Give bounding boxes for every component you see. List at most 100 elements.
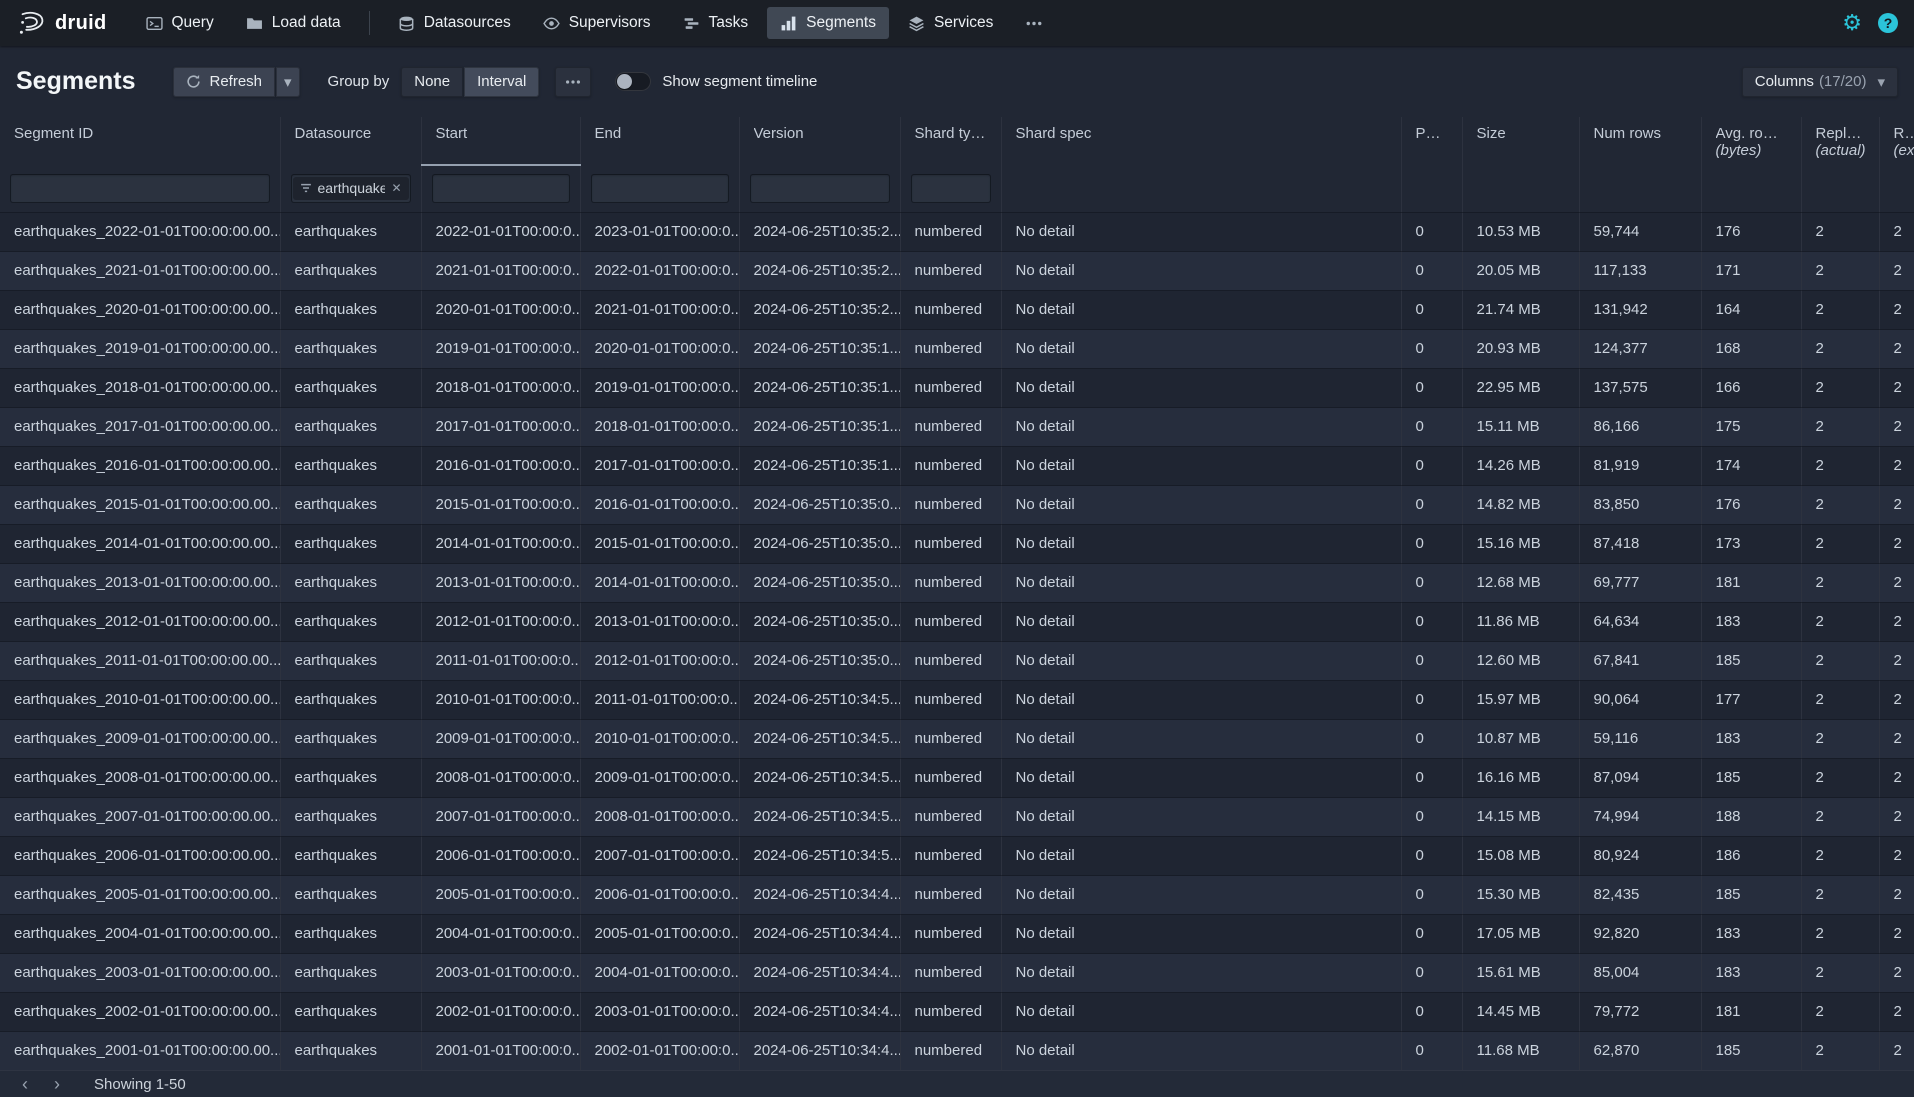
cell-avg-row-size[interactable]: 181	[1701, 992, 1801, 1031]
cell-size[interactable]: 14.26 MB	[1462, 446, 1579, 485]
cell-version[interactable]: 2024-06-25T10:35:1...	[739, 329, 900, 368]
cell-start[interactable]: 2015-01-01T00:00:0...	[421, 485, 580, 524]
cell-num-rows[interactable]: 74,994	[1579, 797, 1701, 836]
cell-avg-row-size[interactable]: 183	[1701, 914, 1801, 953]
help-icon[interactable]: ?	[1878, 13, 1898, 33]
column-header-size[interactable]: Size	[1462, 117, 1579, 165]
filter-tag[interactable]: earthquakes✕	[293, 177, 409, 200]
cell-num-rows[interactable]: 117,133	[1579, 251, 1701, 290]
cell-shard-spec[interactable]: No detail	[1001, 524, 1401, 563]
cell-shard-type[interactable]: numbered	[900, 602, 1001, 641]
cell-shard-type[interactable]: numbered	[900, 407, 1001, 446]
cell-avg-row-size[interactable]: 183	[1701, 719, 1801, 758]
cell-replication-factor[interactable]: 2	[1879, 563, 1914, 602]
cell-shard-spec[interactable]: No detail	[1001, 251, 1401, 290]
cell-partition[interactable]: 0	[1401, 368, 1462, 407]
cell-segment-id[interactable]: earthquakes_2009-01-01T00:00:00.00...	[0, 719, 280, 758]
cell-version[interactable]: 2024-06-25T10:35:0...	[739, 641, 900, 680]
cell-segment-id[interactable]: earthquakes_2021-01-01T00:00:00.00...	[0, 251, 280, 290]
cell-shard-type[interactable]: numbered	[900, 446, 1001, 485]
cell-replicas[interactable]: 2	[1801, 563, 1879, 602]
cell-start[interactable]: 2018-01-01T00:00:0...	[421, 368, 580, 407]
cell-segment-id[interactable]: earthquakes_2022-01-01T00:00:00.00...	[0, 212, 280, 251]
cell-shard-type[interactable]: numbered	[900, 836, 1001, 875]
cell-replicas[interactable]: 2	[1801, 1031, 1879, 1070]
cell-version[interactable]: 2024-06-25T10:35:0...	[739, 524, 900, 563]
cell-partition[interactable]: 0	[1401, 290, 1462, 329]
cell-datasource[interactable]: earthquakes	[280, 563, 421, 602]
cell-replication-factor[interactable]: 2	[1879, 524, 1914, 563]
cell-start[interactable]: 2013-01-01T00:00:0...	[421, 563, 580, 602]
cell-end[interactable]: 2008-01-01T00:00:0...	[580, 797, 739, 836]
cell-datasource[interactable]: earthquakes	[280, 329, 421, 368]
previous-page-button[interactable]: ‹	[10, 1073, 40, 1095]
column-header-shard-spec[interactable]: Shard spec	[1001, 117, 1401, 165]
cell-end[interactable]: 2004-01-01T00:00:0...	[580, 953, 739, 992]
cell-replication-factor[interactable]: 2	[1879, 836, 1914, 875]
cell-num-rows[interactable]: 67,841	[1579, 641, 1701, 680]
cell-num-rows[interactable]: 59,744	[1579, 212, 1701, 251]
refresh-dropdown-button[interactable]: ▾	[276, 67, 300, 97]
cell-end[interactable]: 2012-01-01T00:00:0...	[580, 641, 739, 680]
cell-avg-row-size[interactable]: 175	[1701, 407, 1801, 446]
cell-start[interactable]: 2020-01-01T00:00:0...	[421, 290, 580, 329]
cell-version[interactable]: 2024-06-25T10:34:4...	[739, 875, 900, 914]
cell-start[interactable]: 2002-01-01T00:00:0...	[421, 992, 580, 1031]
cell-avg-row-size[interactable]: 183	[1701, 602, 1801, 641]
nav-item-tasks[interactable]: Tasks	[670, 7, 762, 39]
cell-start[interactable]: 2010-01-01T00:00:0...	[421, 680, 580, 719]
cell-partition[interactable]: 0	[1401, 563, 1462, 602]
cell-avg-row-size[interactable]: 183	[1701, 953, 1801, 992]
cell-shard-type[interactable]: numbered	[900, 290, 1001, 329]
cell-replicas[interactable]: 2	[1801, 719, 1879, 758]
cell-segment-id[interactable]: earthquakes_2018-01-01T00:00:00.00...	[0, 368, 280, 407]
cell-replicas[interactable]: 2	[1801, 485, 1879, 524]
cell-replicas[interactable]: 2	[1801, 992, 1879, 1031]
cell-end[interactable]: 2010-01-01T00:00:0...	[580, 719, 739, 758]
cell-size[interactable]: 22.95 MB	[1462, 368, 1579, 407]
cell-end[interactable]: 2015-01-01T00:00:0...	[580, 524, 739, 563]
cell-datasource[interactable]: earthquakes	[280, 992, 421, 1031]
cell-replicas[interactable]: 2	[1801, 602, 1879, 641]
cell-end[interactable]: 2017-01-01T00:00:0...	[580, 446, 739, 485]
cell-replication-factor[interactable]: 2	[1879, 758, 1914, 797]
cell-start[interactable]: 2005-01-01T00:00:0...	[421, 875, 580, 914]
cell-size[interactable]: 20.05 MB	[1462, 251, 1579, 290]
cell-version[interactable]: 2024-06-25T10:35:0...	[739, 485, 900, 524]
nav-item-segments[interactable]: Segments	[767, 7, 889, 39]
cell-version[interactable]: 2024-06-25T10:34:5...	[739, 836, 900, 875]
cell-version[interactable]: 2024-06-25T10:34:5...	[739, 680, 900, 719]
cell-segment-id[interactable]: earthquakes_2017-01-01T00:00:00.00...	[0, 407, 280, 446]
cell-datasource[interactable]: earthquakes	[280, 368, 421, 407]
cell-size[interactable]: 15.97 MB	[1462, 680, 1579, 719]
nav-item-services[interactable]: Services	[895, 7, 1006, 39]
cell-size[interactable]: 10.87 MB	[1462, 719, 1579, 758]
cell-segment-id[interactable]: earthquakes_2015-01-01T00:00:00.00...	[0, 485, 280, 524]
cell-num-rows[interactable]: 69,777	[1579, 563, 1701, 602]
cell-partition[interactable]: 0	[1401, 680, 1462, 719]
cell-version[interactable]: 2024-06-25T10:34:5...	[739, 719, 900, 758]
column-header-num-rows[interactable]: Num rows	[1579, 117, 1701, 165]
cell-version[interactable]: 2024-06-25T10:34:4...	[739, 992, 900, 1031]
cell-version[interactable]: 2024-06-25T10:34:4...	[739, 1031, 900, 1070]
cell-shard-spec[interactable]: No detail	[1001, 641, 1401, 680]
cell-avg-row-size[interactable]: 185	[1701, 758, 1801, 797]
cell-end[interactable]: 2021-01-01T00:00:0...	[580, 290, 739, 329]
cell-replication-factor[interactable]: 2	[1879, 329, 1914, 368]
nav-item-query[interactable]: Query	[133, 7, 227, 39]
cell-version[interactable]: 2024-06-25T10:34:4...	[739, 914, 900, 953]
cell-num-rows[interactable]: 80,924	[1579, 836, 1701, 875]
more-options-button[interactable]	[555, 67, 591, 97]
cell-shard-spec[interactable]: No detail	[1001, 875, 1401, 914]
group-by-interval-button[interactable]: Interval	[464, 67, 539, 97]
cell-start[interactable]: 2007-01-01T00:00:0...	[421, 797, 580, 836]
cell-start[interactable]: 2016-01-01T00:00:0...	[421, 446, 580, 485]
cell-size[interactable]: 11.86 MB	[1462, 602, 1579, 641]
cell-end[interactable]: 2016-01-01T00:00:0...	[580, 485, 739, 524]
filter-input-start[interactable]	[432, 174, 570, 203]
column-header-partition[interactable]: Partition	[1401, 117, 1462, 165]
cell-replication-factor[interactable]: 2	[1879, 251, 1914, 290]
cell-datasource[interactable]: earthquakes	[280, 797, 421, 836]
column-header-replicas[interactable]: Replicas(actual)	[1801, 117, 1879, 165]
column-header-shard-type[interactable]: Shard type	[900, 117, 1001, 165]
